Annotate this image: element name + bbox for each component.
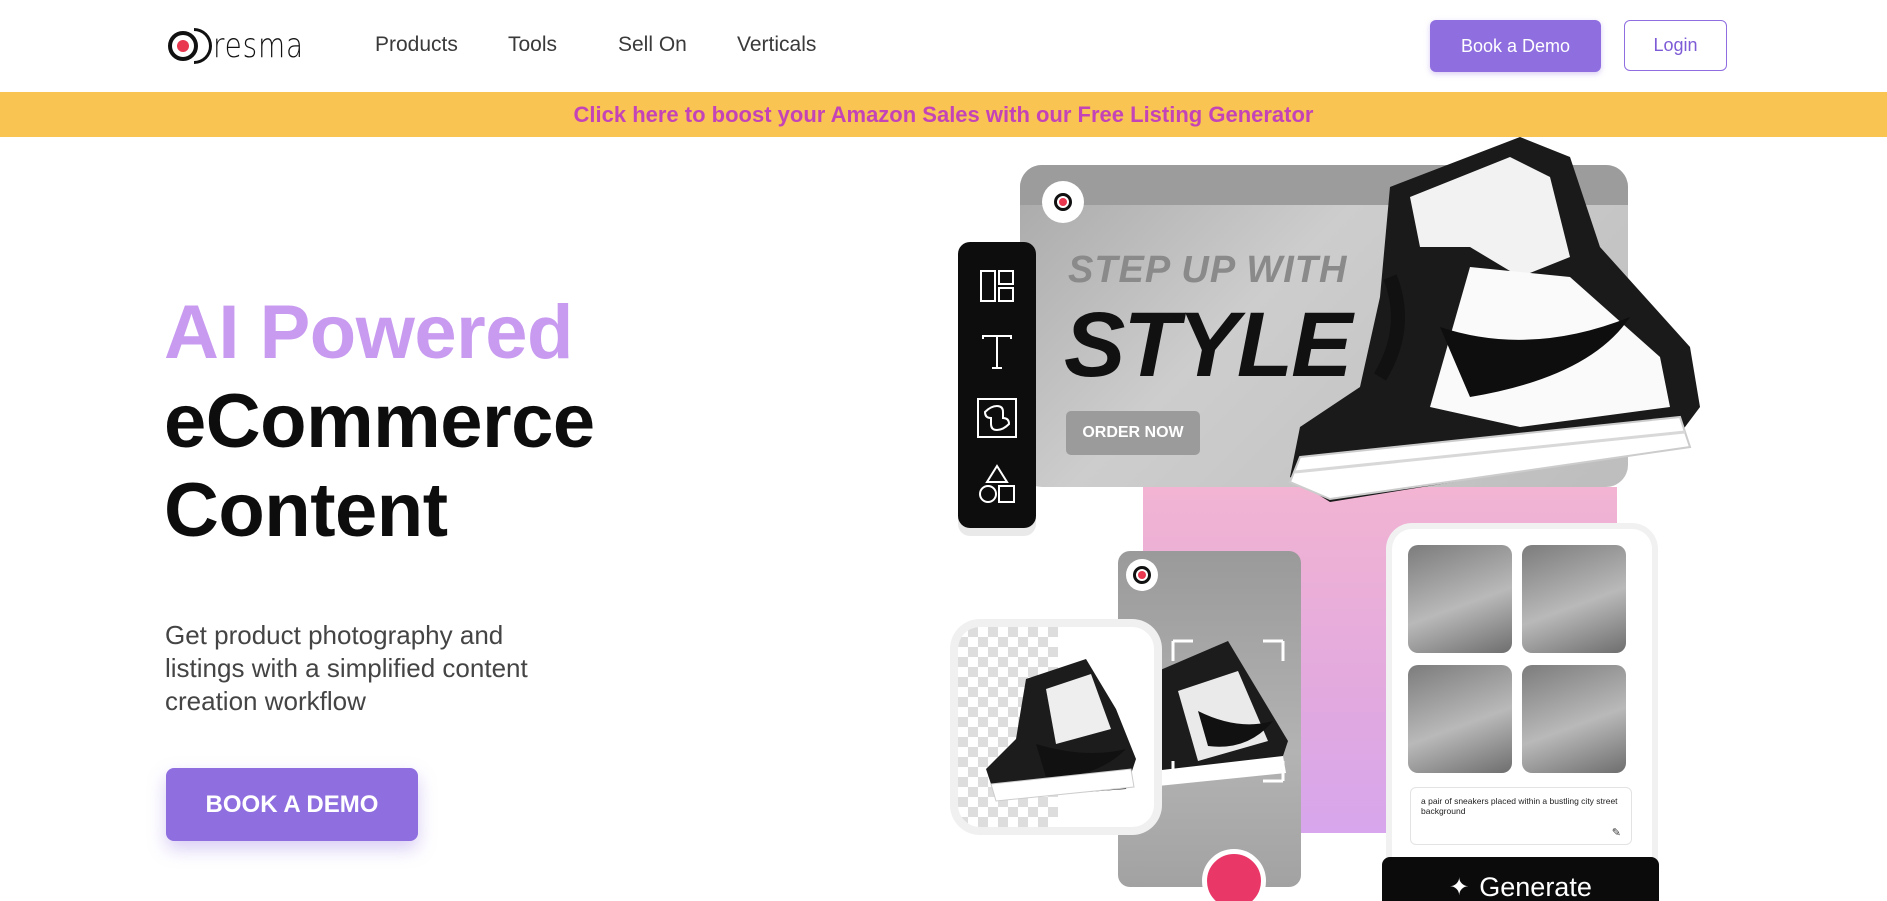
logo-text: resma xyxy=(213,26,304,66)
text-icon[interactable] xyxy=(977,332,1017,372)
ai-generate-card: a pair of sneakers placed within a bustl… xyxy=(1392,529,1652,901)
prompt-input[interactable]: a pair of sneakers placed within a bustl… xyxy=(1410,787,1632,845)
sneaker-main-image xyxy=(1288,137,1700,502)
generated-thumbnail-3[interactable] xyxy=(1408,665,1512,773)
prompt-text: a pair of sneakers placed within a bustl… xyxy=(1421,796,1618,816)
generate-button[interactable]: ✦ Generate xyxy=(1382,857,1659,901)
hero-title-line-1: AI Powered xyxy=(164,290,573,375)
editor-toolbar xyxy=(958,242,1036,528)
capture-logo-badge xyxy=(1126,559,1158,591)
generated-thumbnail-2[interactable] xyxy=(1522,545,1626,653)
logo-mark-icon xyxy=(1133,566,1151,584)
generated-thumbnail-4[interactable] xyxy=(1522,665,1626,773)
login-button[interactable]: Login xyxy=(1624,20,1727,71)
nav-products[interactable]: Products xyxy=(375,33,458,57)
edit-pencil-icon[interactable]: ✎ xyxy=(1612,828,1621,839)
logo-mark-icon xyxy=(168,31,198,61)
layout-icon[interactable] xyxy=(977,266,1017,306)
hero-subtitle: Get product photography and listings wit… xyxy=(165,620,528,716)
brand-logo[interactable]: resma xyxy=(168,24,324,68)
sneaker-cutout-image xyxy=(986,659,1136,802)
hero-title-line-2: eCommerce xyxy=(164,379,595,464)
logo-mark-icon xyxy=(1054,193,1072,211)
hero-title: AI Powered eCommerce Content xyxy=(164,288,595,555)
sparkle-icon: ✦ xyxy=(1449,873,1470,901)
nav-sell-on[interactable]: Sell On xyxy=(618,33,687,57)
nav-tools[interactable]: Tools xyxy=(508,33,557,57)
hero-title-line-3: Content xyxy=(164,468,448,553)
sneaker-capture-image xyxy=(1148,639,1288,786)
banner-logo-badge xyxy=(1042,181,1084,223)
nav-verticals[interactable]: Verticals xyxy=(737,33,816,57)
hero-book-demo-button[interactable]: BOOK A DEMO xyxy=(166,768,418,841)
top-navbar: resma Products Tools Sell On Verticals B… xyxy=(0,0,1887,92)
background-removal-card xyxy=(958,627,1154,827)
generated-thumbnail-1[interactable] xyxy=(1408,545,1512,653)
promo-link-text[interactable]: Click here to boost your Amazon Sales wi… xyxy=(574,102,1314,128)
banner-order-button: ORDER NOW xyxy=(1066,411,1200,455)
hero-illustration: STEP UP WITH STYLE ORDER NOW a pair of s… xyxy=(940,137,1740,901)
shapes-icon[interactable] xyxy=(977,464,1017,504)
book-demo-button[interactable]: Book a Demo xyxy=(1430,20,1601,72)
generate-label: Generate xyxy=(1479,871,1592,901)
plugin-icon[interactable] xyxy=(977,398,1017,438)
